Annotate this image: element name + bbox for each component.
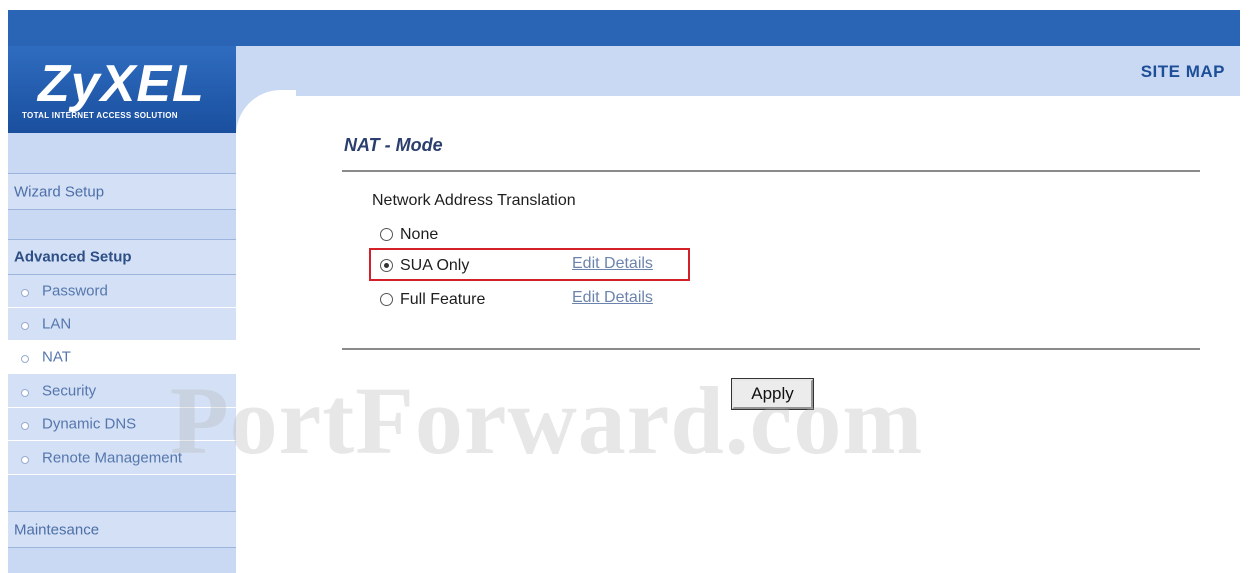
sidebar-item-nat[interactable]: NAT [8,341,236,374]
sidebar-spacer [8,133,236,174]
bullet-icon [21,422,29,430]
sidebar-item-remote-management[interactable]: Renote Management [8,441,236,475]
radio-label: None [400,226,439,243]
header-bar [8,10,1240,46]
sidebar-item-label: Advanced Setup [14,248,132,266]
sidebar-spacer [8,210,236,240]
bullet-icon [21,322,29,330]
nat-section-label: Network Address Translation [372,192,576,209]
sidebar-item-label: Renote Management [42,449,183,466]
sidebar-item-label: Wizard Setup [14,183,105,200]
logo-brand: ZyXEL [38,55,205,113]
page-title: NAT - Mode [344,135,443,155]
content-corner [236,90,296,150]
highlight-box [369,248,690,281]
divider [342,348,1200,350]
sidebar-item-advanced-setup[interactable]: Advanced Setup [8,240,236,275]
logo-tagline: TOTAL INTERNET ACCESS SOLUTION [22,111,178,120]
zyxel-logo[interactable]: ZyXEL TOTAL INTERNET ACCESS SOLUTION [8,46,236,133]
sidebar-item-label: LAN [42,315,72,333]
bullet-icon [21,355,29,363]
bullet-icon [21,388,29,397]
sidebar-spacer [8,475,236,512]
sidebar-item-maintenance[interactable]: Maintesance [8,512,236,548]
bullet-icon [21,455,29,464]
sidebar-item-label: NAT [42,348,71,366]
sidebar-item-label: Dynamic DNS [42,415,137,433]
sidebar-item-password[interactable]: Password [8,275,236,308]
divider [342,170,1200,172]
sidebar-item-label: Password [42,282,108,300]
bullet-icon [21,289,29,297]
sidebar-nav: Wizard Setup Advanced Setup Password LAN… [8,133,236,573]
sidebar-item-dynamic-dns[interactable]: Dynamic DNS [8,408,236,441]
sidebar-item-lan[interactable]: LAN [8,308,236,341]
header-strip [236,46,1240,96]
sidebar-item-label: Maintesance [14,521,100,538]
radio-none[interactable] [380,228,393,241]
sidebar-item-wizard-setup[interactable]: Wizard Setup [8,174,236,210]
radio-full-feature[interactable] [380,293,393,306]
sidebar-item-security[interactable]: Security [8,374,236,408]
apply-button[interactable]: Apply [731,378,814,410]
site-map-link[interactable]: SITE MAP [1141,62,1225,82]
sidebar-spacer [8,548,236,573]
edit-details-link-full[interactable]: Edit Details [572,289,653,307]
radio-label: Full Feature [400,291,486,308]
sidebar-item-label: Security [42,382,97,399]
